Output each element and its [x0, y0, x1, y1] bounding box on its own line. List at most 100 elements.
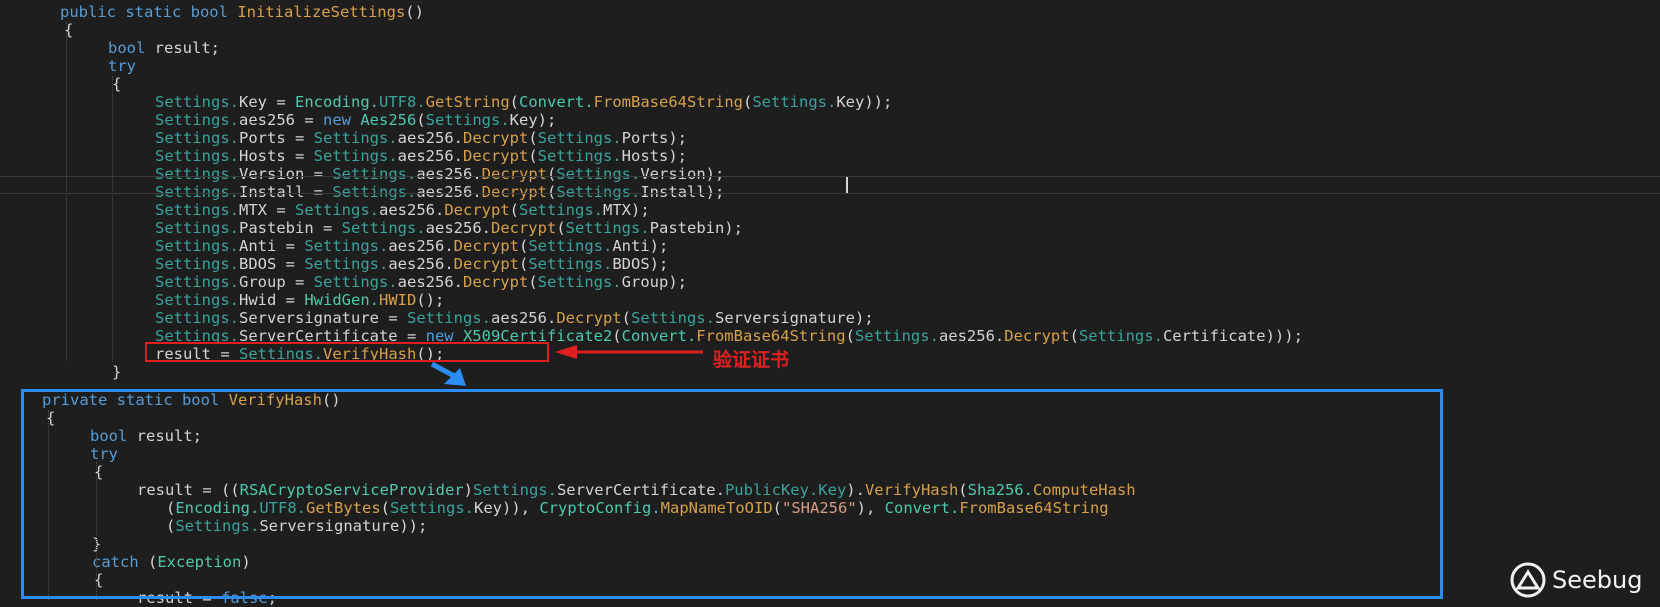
- code-line: public static bool InitializeSettings(): [60, 3, 424, 21]
- code-token: InitializeSettings: [237, 3, 406, 21]
- code-token: (: [528, 147, 538, 165]
- code-line: Settings.Anti = Settings.aes256.Decrypt(…: [155, 237, 668, 255]
- code-token: Hwid =: [239, 291, 305, 309]
- code-token: Settings.: [630, 309, 715, 327]
- code-token: Settings.: [304, 255, 389, 273]
- code-token: Group =: [239, 273, 314, 291]
- code-token: Settings.: [537, 129, 622, 147]
- code-token: FromBase64String: [593, 93, 743, 111]
- code-token: (: [845, 327, 855, 345]
- code-line: Settings.aes256 = new Aes256(Settings.Ke…: [155, 111, 556, 129]
- code-token: Settings.: [313, 129, 398, 147]
- code-token: (: [509, 93, 520, 111]
- code-token: BDOS);: [612, 255, 669, 273]
- code-token: MTX);: [603, 201, 650, 219]
- code-token: Decrypt: [556, 309, 622, 327]
- code-line: Settings.MTX = Settings.aes256.Decrypt(S…: [155, 201, 650, 219]
- code-token: Settings.: [155, 291, 239, 309]
- code-token: GetString: [425, 93, 510, 111]
- code-token: Certificate)));: [1162, 327, 1303, 345]
- code-token: (: [556, 219, 566, 237]
- code-line: Settings.Ports = Settings.aes256.Decrypt…: [155, 129, 687, 147]
- code-token: Hosts);: [621, 147, 687, 165]
- code-token: (: [518, 255, 529, 273]
- code-token: UTF8.: [379, 93, 426, 111]
- code-token: Settings.: [565, 219, 650, 237]
- code-token: aes256 =: [239, 111, 323, 129]
- code-token: Settings.: [155, 111, 239, 129]
- code-token: Settings.: [519, 201, 603, 219]
- code-token: Settings.: [528, 237, 613, 255]
- code-token: Settings.: [155, 93, 239, 111]
- code-token: Settings.: [313, 273, 398, 291]
- indent-guide: [112, 76, 113, 362]
- code-token: Settings.: [155, 273, 239, 291]
- code-token: result;: [145, 39, 220, 57]
- code-token: aes256.: [388, 237, 454, 255]
- code-token: Hosts =: [239, 147, 314, 165]
- code-token: Settings.: [341, 219, 426, 237]
- code-token: Serversignature =: [239, 309, 407, 327]
- code-token: aes256.: [397, 273, 463, 291]
- code-token: Anti =: [239, 237, 305, 255]
- code-token: Decrypt: [453, 255, 519, 273]
- red-arrow-icon: [555, 345, 703, 359]
- code-token: Pastebin =: [239, 219, 342, 237]
- code-token: Key));: [836, 93, 893, 111]
- code-token: Encoding.: [295, 93, 379, 111]
- code-token: Settings.: [313, 147, 398, 165]
- code-token: Aes256: [360, 111, 417, 129]
- code-token: BDOS =: [239, 255, 305, 273]
- code-token: Decrypt: [490, 219, 557, 237]
- code-line: bool result;: [108, 39, 220, 57]
- text-caret: [846, 177, 848, 193]
- code-token: FromBase64String: [696, 327, 846, 345]
- code-token: (: [509, 201, 519, 219]
- code-token: (: [612, 327, 622, 345]
- code-token: (: [742, 93, 753, 111]
- code-token: new: [323, 111, 361, 129]
- code-line: Settings.Pastebin = Settings.aes256.Decr…: [155, 219, 743, 237]
- code-token: ();: [416, 291, 445, 309]
- code-line: Settings.Serversignature = Settings.aes2…: [155, 309, 874, 327]
- code-token: Decrypt: [462, 129, 529, 147]
- code-token: Settings.: [425, 111, 510, 129]
- code-token: Settings.: [155, 201, 239, 219]
- code-token: (: [416, 111, 426, 129]
- code-line: Settings.Hosts = Settings.aes256.Decrypt…: [155, 147, 687, 165]
- code-token: Settings.: [406, 309, 491, 327]
- seebug-logo-icon: [1510, 562, 1546, 598]
- code-token: Decrypt: [1004, 327, 1070, 345]
- verify-hash-call-highlight: [145, 342, 549, 362]
- code-line: Settings.Key = Encoding.UTF8.GetString(C…: [155, 93, 892, 111]
- code-token: Serversignature);: [714, 309, 874, 327]
- code-token: try: [108, 57, 136, 75]
- code-token: Decrypt: [453, 237, 519, 255]
- code-token: MTX =: [239, 201, 295, 219]
- code-token: Settings.: [528, 255, 613, 273]
- watermark-text: Seebug: [1552, 566, 1643, 594]
- code-token: bool: [108, 39, 146, 57]
- code-token: Convert.: [519, 93, 594, 111]
- code-token: public static bool: [60, 3, 238, 21]
- code-token: Settings.: [537, 273, 622, 291]
- code-token: Ports =: [239, 129, 314, 147]
- code-token: Key);: [509, 111, 557, 129]
- code-line: Settings.Group = Settings.aes256.Decrypt…: [155, 273, 687, 291]
- annotation-label: 验证证书: [713, 349, 790, 371]
- blue-arrow-icon: [430, 362, 466, 386]
- code-token: (: [1069, 327, 1079, 345]
- code-token: Settings.: [155, 309, 239, 327]
- code-token: aes256.: [938, 327, 1005, 345]
- code-token: aes256.: [425, 219, 491, 237]
- code-token: aes256.: [397, 147, 463, 165]
- verify-hash-method-highlight: [21, 389, 1443, 599]
- code-token: Settings.: [295, 201, 379, 219]
- code-token: Settings.: [304, 237, 389, 255]
- code-line: try: [108, 57, 136, 75]
- code-token: aes256.: [397, 129, 463, 147]
- code-token: aes256.: [490, 309, 557, 327]
- code-token: Settings.: [537, 147, 622, 165]
- code-token: (: [528, 129, 538, 147]
- code-token: Settings.: [155, 147, 239, 165]
